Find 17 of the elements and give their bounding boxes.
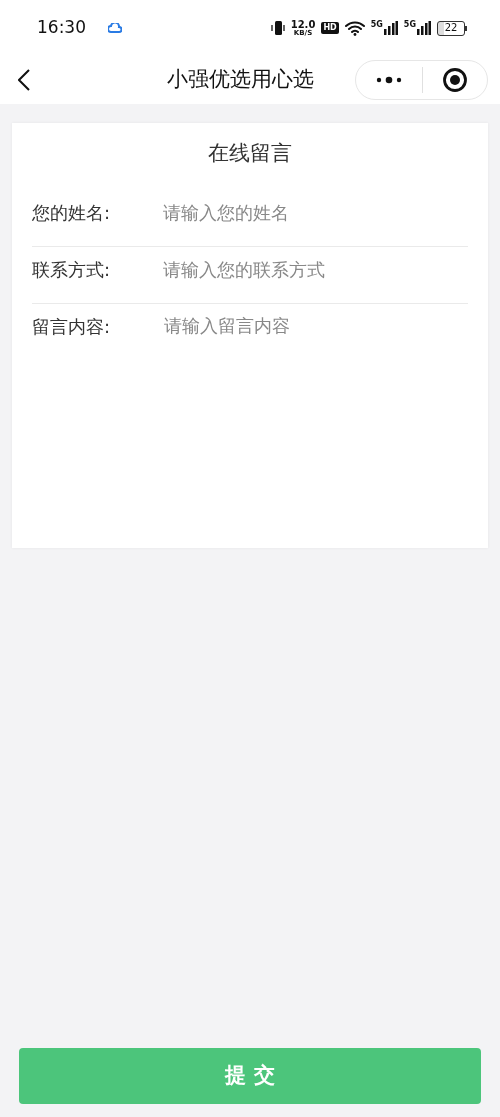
form-title: 在线留言 [207, 140, 293, 167]
network-label: 5G [370, 21, 383, 29]
battery-icon: 22 [437, 20, 465, 36]
vibrate-icon [270, 20, 285, 36]
page-title: 小强优选用心选 [167, 66, 314, 94]
network-label: 5G [403, 21, 416, 29]
cloud-icon [108, 23, 122, 33]
field-label: 联系方式: [32, 257, 112, 282]
field-label: 您的姓名: [32, 200, 112, 225]
network-speed: 12.0 [290, 19, 316, 30]
hd-badge: HD [321, 22, 339, 34]
field-label: 留言内容: [32, 314, 112, 339]
submit-button[interactable]: 提 交 [19, 1048, 481, 1104]
signal-icon [383, 21, 398, 35]
wifi-icon [344, 20, 365, 36]
status-time: 16:30 [37, 16, 86, 40]
signal-icon [417, 21, 431, 35]
